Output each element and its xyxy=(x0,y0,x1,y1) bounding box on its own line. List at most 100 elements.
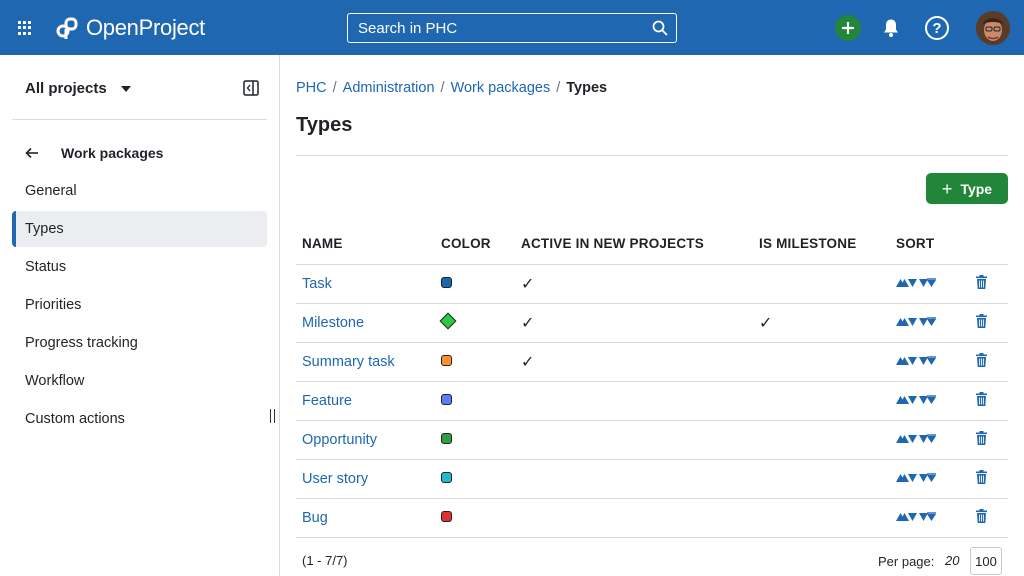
cell-sort xyxy=(890,459,970,499)
color-swatch xyxy=(441,471,452,483)
title-divider xyxy=(296,155,1008,156)
grid-menu-icon[interactable] xyxy=(18,21,32,35)
sort-arrows-icon[interactable] xyxy=(896,277,936,288)
color-swatch xyxy=(441,510,452,522)
sidebar-item-general[interactable]: General xyxy=(12,173,267,209)
column-header-active[interactable]: ACTIVE IN NEW PROJECTS xyxy=(515,223,753,265)
page-title: Types xyxy=(296,114,353,136)
breadcrumb: PHC / Administration / Work packages / T… xyxy=(296,80,607,96)
sort-arrows-icon[interactable] xyxy=(896,511,936,522)
bell-icon[interactable] xyxy=(882,18,900,38)
trash-icon[interactable] xyxy=(976,391,987,410)
sort-arrows-icon[interactable] xyxy=(896,433,936,444)
per-page-label: Per page: xyxy=(878,554,935,569)
collapse-sidebar-icon[interactable] xyxy=(243,80,259,96)
types-table: NAME COLOR ACTIVE IN NEW PROJECTS IS MIL… xyxy=(296,223,1008,538)
trash-icon[interactable] xyxy=(976,430,987,449)
breadcrumb-separator: / xyxy=(332,80,337,96)
table-row: Bug xyxy=(296,498,1008,538)
cell-milestone xyxy=(753,459,890,499)
breadcrumb-current: Types xyxy=(566,80,608,96)
sidebar-item-priorities[interactable]: Priorities xyxy=(12,287,267,323)
back-to-work-packages[interactable]: Work packages xyxy=(25,145,163,161)
table-row: Task ✓ xyxy=(296,264,1008,304)
quick-add-button[interactable] xyxy=(835,15,861,41)
type-name-link[interactable]: User story xyxy=(302,471,368,487)
per-page-option-100[interactable]: 100 xyxy=(970,547,1002,575)
cell-active xyxy=(515,420,753,460)
cell-sort xyxy=(890,264,970,304)
help-icon[interactable]: ? xyxy=(925,16,949,40)
cell-milestone xyxy=(753,342,890,382)
cell-actions xyxy=(970,264,1008,304)
type-name-link[interactable]: Bug xyxy=(302,510,328,526)
type-name-link[interactable]: Feature xyxy=(302,393,352,409)
trash-icon[interactable] xyxy=(976,352,987,371)
sort-arrows-icon[interactable] xyxy=(896,394,936,405)
column-header-milestone[interactable]: IS MILESTONE xyxy=(753,223,890,265)
cell-name: Bug xyxy=(296,498,435,538)
cell-actions xyxy=(970,303,1008,343)
cell-name: Task xyxy=(296,264,435,304)
table-row: Opportunity xyxy=(296,420,1008,460)
type-name-link[interactable]: Task xyxy=(302,276,332,292)
cell-name: User story xyxy=(296,459,435,499)
table-row: Milestone ✓ ✓ xyxy=(296,303,1008,343)
global-search[interactable] xyxy=(347,13,677,43)
sort-arrows-icon[interactable] xyxy=(896,355,936,366)
project-selector[interactable]: All projects xyxy=(25,80,131,97)
logo[interactable]: OpenProject xyxy=(54,14,205,42)
sidebar-item-types[interactable]: Types xyxy=(12,211,267,247)
search-input[interactable] xyxy=(358,19,648,37)
cell-active: ✓ xyxy=(515,342,753,382)
avatar[interactable] xyxy=(976,11,1010,45)
sidebar-resize-handle[interactable] xyxy=(270,409,275,423)
plus-icon xyxy=(842,22,854,34)
sidebar: All projects Work packages General Types… xyxy=(0,55,280,576)
trash-icon[interactable] xyxy=(976,508,987,527)
cell-color xyxy=(435,381,515,421)
color-swatch xyxy=(441,432,452,444)
column-header-sort: SORT xyxy=(890,223,970,265)
type-name-link[interactable]: Opportunity xyxy=(302,432,377,448)
cell-actions xyxy=(970,459,1008,499)
sort-arrows-icon[interactable] xyxy=(896,472,936,483)
breadcrumb-work-packages[interactable]: Work packages xyxy=(451,80,551,96)
cell-color xyxy=(435,498,515,538)
trash-icon[interactable] xyxy=(976,469,987,488)
cell-active: ✓ xyxy=(515,303,753,343)
color-swatch-diamond xyxy=(439,312,457,329)
trash-icon[interactable] xyxy=(976,313,987,332)
per-page-option-20[interactable]: 20 xyxy=(945,553,959,568)
caret-down-icon xyxy=(120,85,131,92)
cell-actions xyxy=(970,381,1008,421)
sort-arrows-icon[interactable] xyxy=(896,316,936,327)
cell-milestone xyxy=(753,264,890,304)
type-name-link[interactable]: Summary task xyxy=(302,354,395,370)
trash-icon[interactable] xyxy=(976,274,987,293)
back-label: Work packages xyxy=(61,145,164,161)
column-header-name[interactable]: NAME xyxy=(296,223,435,265)
color-swatch xyxy=(441,354,452,366)
sidebar-item-workflow[interactable]: Workflow xyxy=(12,363,267,399)
sidebar-item-custom-actions[interactable]: Custom actions xyxy=(12,401,267,437)
cell-color xyxy=(435,264,515,304)
add-type-label: Type xyxy=(960,180,993,197)
search-icon[interactable] xyxy=(652,20,668,36)
column-header-color[interactable]: COLOR xyxy=(435,223,515,265)
cell-milestone: ✓ xyxy=(753,303,890,343)
sidebar-menu: General Types Status Priorities Progress… xyxy=(12,173,267,439)
cell-milestone xyxy=(753,420,890,460)
add-type-button[interactable]: + Type xyxy=(926,173,1008,204)
cell-color xyxy=(435,303,515,343)
breadcrumb-administration[interactable]: Administration xyxy=(343,80,435,96)
cell-color xyxy=(435,459,515,499)
app-name: OpenProject xyxy=(86,15,205,40)
plus-icon: + xyxy=(941,178,953,199)
type-name-link[interactable]: Milestone xyxy=(302,315,364,331)
sidebar-item-progress-tracking[interactable]: Progress tracking xyxy=(12,325,267,361)
cell-color xyxy=(435,342,515,382)
breadcrumb-separator: / xyxy=(556,80,561,96)
breadcrumb-phc[interactable]: PHC xyxy=(296,80,327,96)
sidebar-item-status[interactable]: Status xyxy=(12,249,267,285)
